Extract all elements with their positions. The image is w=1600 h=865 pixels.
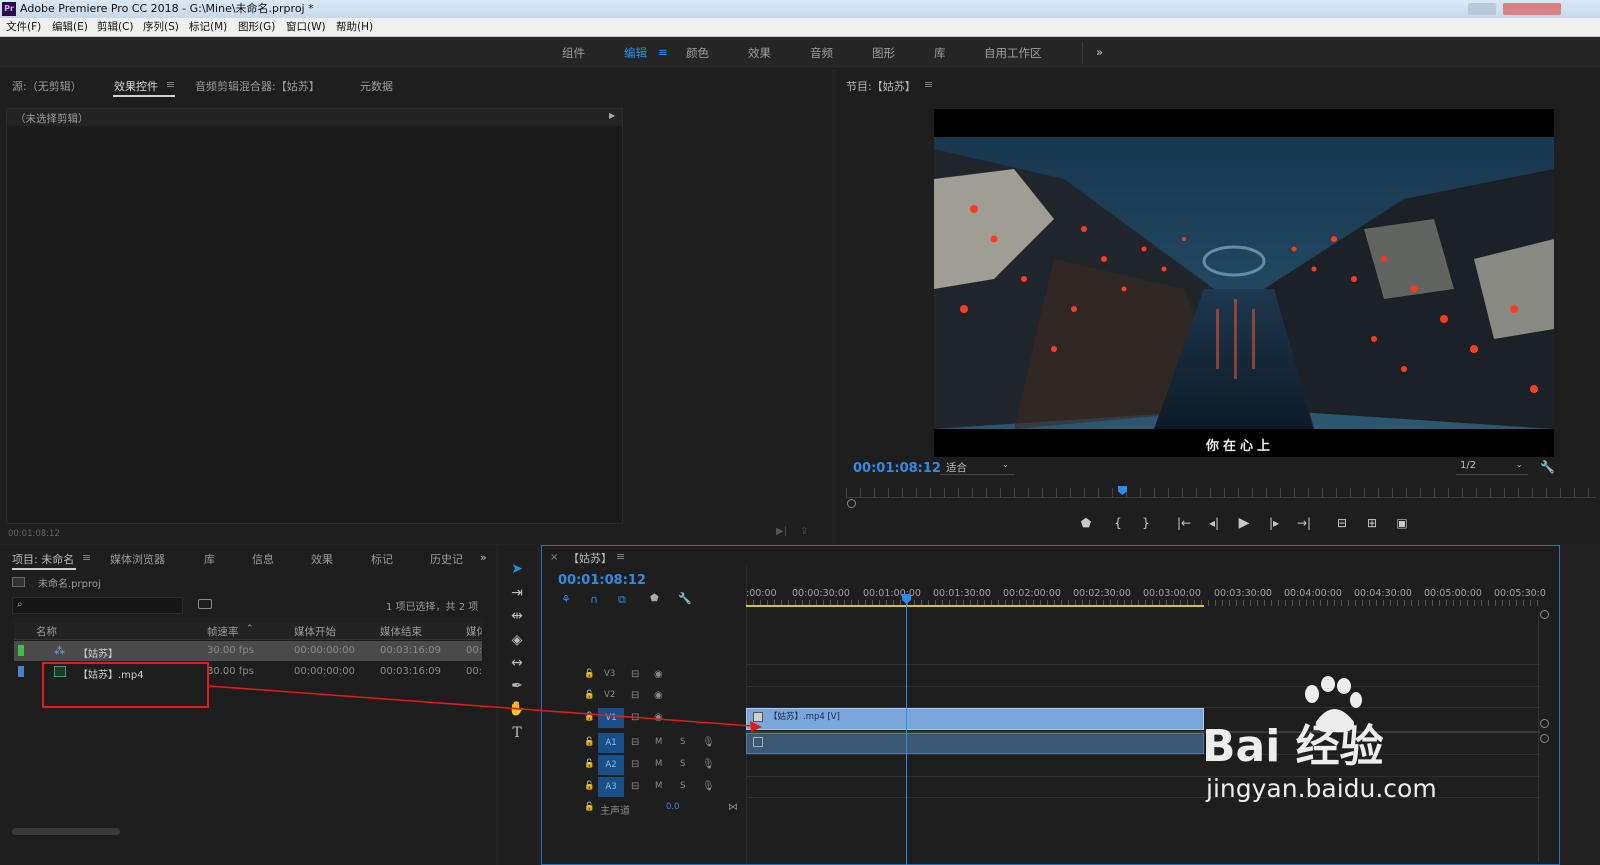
- watermark-brand: Bai 经验: [1202, 721, 1384, 772]
- watermark-url: jingyan.baidu.com: [1206, 774, 1437, 803]
- baidu-watermark: Bai 经验 jingyan.baidu.com: [1200, 676, 1530, 816]
